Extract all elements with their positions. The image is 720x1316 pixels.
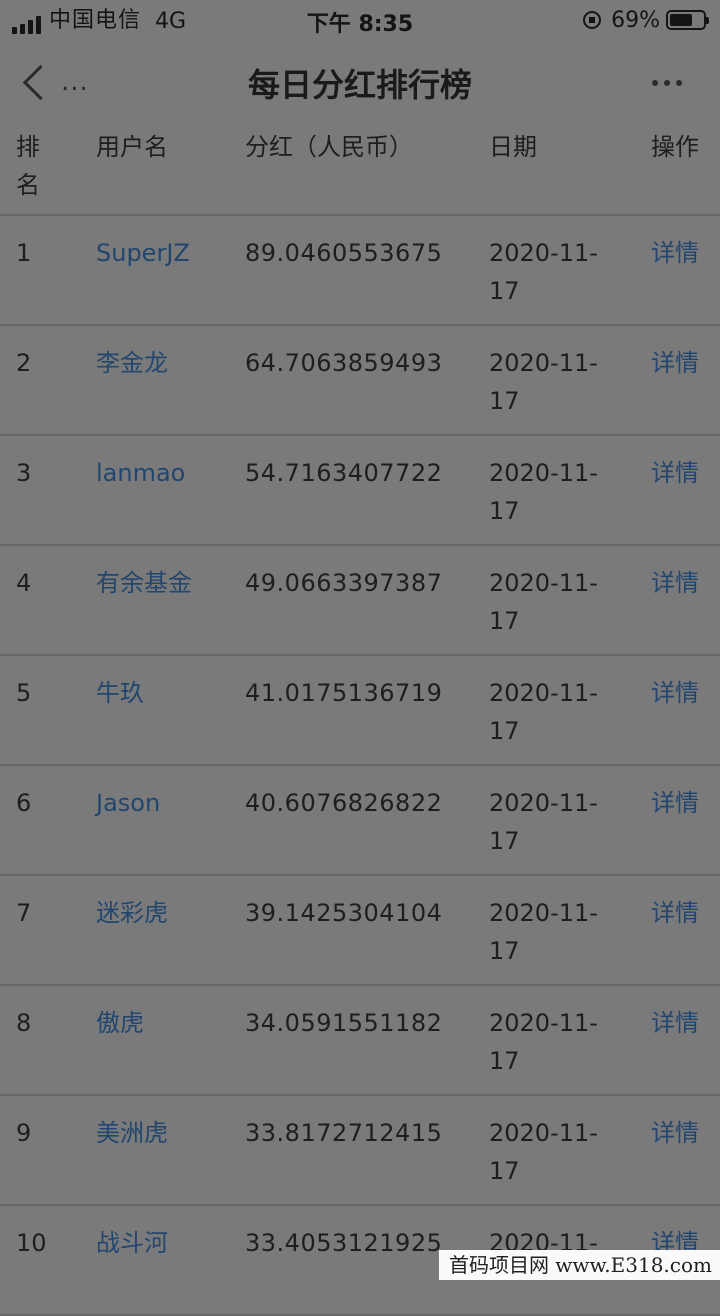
- details-link[interactable]: 详情: [651, 454, 699, 492]
- rotation-lock-icon: [583, 11, 602, 29]
- table-row: 4 有余基金 49.0663397387 2020-11- 17 详情: [0, 546, 720, 656]
- table-row: 6 Jason 40.6076826822 2020-11- 17 详情: [0, 766, 720, 876]
- date-line-2: 17: [489, 497, 520, 525]
- details-link[interactable]: 详情: [651, 234, 699, 272]
- dot-icon: [664, 80, 670, 86]
- details-link[interactable]: 详情: [651, 1114, 699, 1152]
- details-link[interactable]: 详情: [651, 894, 699, 932]
- date-line-1: 2020-11-: [489, 1119, 598, 1147]
- date-line-1: 2020-11-: [489, 899, 598, 927]
- rank-cell: 2: [16, 349, 32, 377]
- date-line-2: 17: [489, 387, 520, 415]
- details-link[interactable]: 详情: [651, 1004, 699, 1042]
- username-link[interactable]: 美洲虎: [96, 1114, 168, 1152]
- details-link[interactable]: 详情: [651, 674, 699, 712]
- username-link[interactable]: 战斗河: [96, 1224, 168, 1262]
- date-line-1: 2020-11-: [489, 569, 598, 597]
- status-right: 69%: [583, 6, 709, 34]
- table-row: 7 迷彩虎 39.1425304104 2020-11- 17 详情: [0, 876, 720, 986]
- rank-cell: 7: [16, 899, 32, 927]
- dividend-amount-cell: 39.1425304104: [245, 899, 443, 927]
- date-line-2: 17: [489, 607, 520, 635]
- username-link[interactable]: SuperJZ: [96, 234, 190, 272]
- username-link[interactable]: 有余基金: [96, 564, 192, 602]
- header-date: 日期: [489, 133, 537, 161]
- dividend-amount-cell: 33.4053121925: [245, 1229, 443, 1257]
- table-row: 2 李金龙 64.7063859493 2020-11- 17 详情: [0, 326, 720, 436]
- dividend-amount-cell: 33.8172712415: [245, 1119, 443, 1147]
- rank-cell: 9: [16, 1119, 32, 1147]
- date-line-1: 2020-11-: [489, 679, 598, 707]
- dividend-amount-cell: 40.6076826822: [245, 789, 443, 817]
- dividend-amount-cell: 54.7163407722: [245, 459, 443, 487]
- date-line-2: 17: [489, 1047, 520, 1075]
- date-line-1: 2020-11-: [489, 459, 598, 487]
- date-cell: 2020-11- 17: [489, 1114, 619, 1190]
- date-cell: 2020-11- 17: [489, 564, 619, 640]
- date-cell: 2020-11- 17: [489, 784, 619, 860]
- dividend-amount-cell: 49.0663397387: [245, 569, 443, 597]
- table-row: 9 美洲虎 33.8172712415 2020-11- 17 详情: [0, 1096, 720, 1206]
- rank-cell: 6: [16, 789, 32, 817]
- table-body: 1 SuperJZ 89.0460553675 2020-11- 17 详情 2 李金龙 64.…: [0, 216, 720, 1316]
- username-link[interactable]: 傲虎: [96, 1004, 144, 1042]
- dividend-amount-cell: 41.0175136719: [245, 679, 443, 707]
- ranking-table: 排名 用户名 分红（人民币） 日期 操作 1 SuperJZ 89.04605536…: [0, 124, 720, 1316]
- details-link[interactable]: 详情: [651, 564, 699, 602]
- dot-icon: [676, 80, 682, 86]
- rank-cell: 5: [16, 679, 32, 707]
- username-link[interactable]: 迷彩虎: [96, 894, 168, 932]
- table-row: 1 SuperJZ 89.0460553675 2020-11- 17 详情: [0, 216, 720, 326]
- rank-cell: 4: [16, 569, 32, 597]
- date-line-2: 17: [489, 1157, 520, 1185]
- username-link[interactable]: 李金龙: [96, 344, 168, 382]
- table-row: 5 牛玖 41.0175136719 2020-11- 17 详情: [0, 656, 720, 766]
- date-line-1: 2020-11-: [489, 239, 598, 267]
- rank-cell: 8: [16, 1009, 32, 1037]
- date-cell: 2020-11- 17: [489, 344, 619, 420]
- table-header: 排名 用户名 分红（人民币） 日期 操作: [0, 124, 720, 216]
- more-menu-button[interactable]: [652, 80, 682, 86]
- table-row: 8 傲虎 34.0591551182 2020-11- 17 详情: [0, 986, 720, 1096]
- date-line-1: 2020-11-: [489, 349, 598, 377]
- details-link[interactable]: 详情: [651, 344, 699, 382]
- date-cell: 2020-11- 17: [489, 234, 619, 310]
- details-link[interactable]: 详情: [651, 784, 699, 822]
- dividend-amount-cell: 34.0591551182: [245, 1009, 443, 1037]
- username-link[interactable]: lanmao: [96, 454, 185, 492]
- dividend-amount-cell: 89.0460553675: [245, 239, 443, 267]
- date-cell: 2020-11- 17: [489, 674, 619, 750]
- watermark: 首码项目网 www.E318.com: [438, 1250, 720, 1280]
- username-link[interactable]: 牛玖: [96, 674, 144, 712]
- rank-cell: 10: [16, 1229, 47, 1257]
- header-action: 操作: [651, 133, 699, 161]
- status-bar: 中国电信 4G 下午 8:35 69%: [0, 0, 720, 40]
- date-cell: 2020-11- 17: [489, 454, 619, 530]
- date-line-2: 17: [489, 937, 520, 965]
- date-cell: 2020-11- 17: [489, 1004, 619, 1080]
- rank-cell: 3: [16, 459, 32, 487]
- table-row: 3 lanmao 54.7163407722 2020-11- 17 详情: [0, 436, 720, 546]
- battery-fill: [670, 14, 693, 26]
- page-title: 每日分红排行榜: [247, 66, 472, 104]
- battery-icon: [666, 10, 709, 30]
- dividend-amount-cell: 64.7063859493: [245, 349, 443, 377]
- date-line-2: 17: [489, 717, 520, 745]
- header-rank: 排名: [16, 133, 40, 199]
- date-line-1: 2020-11-: [489, 1009, 598, 1037]
- date-line-1: 2020-11-: [489, 789, 598, 817]
- date-line-2: 17: [489, 277, 520, 305]
- dot-icon: [652, 80, 658, 86]
- date-line-2: 17: [489, 827, 520, 855]
- header-amount: 分红（人民币）: [245, 133, 413, 161]
- rank-cell: 1: [16, 239, 32, 267]
- battery-percent: 69%: [611, 7, 660, 33]
- header-user: 用户名: [96, 133, 168, 161]
- nav-bar: ... 每日分红排行榜: [0, 40, 720, 124]
- date-cell: 2020-11- 17: [489, 894, 619, 970]
- username-link[interactable]: Jason: [96, 784, 160, 822]
